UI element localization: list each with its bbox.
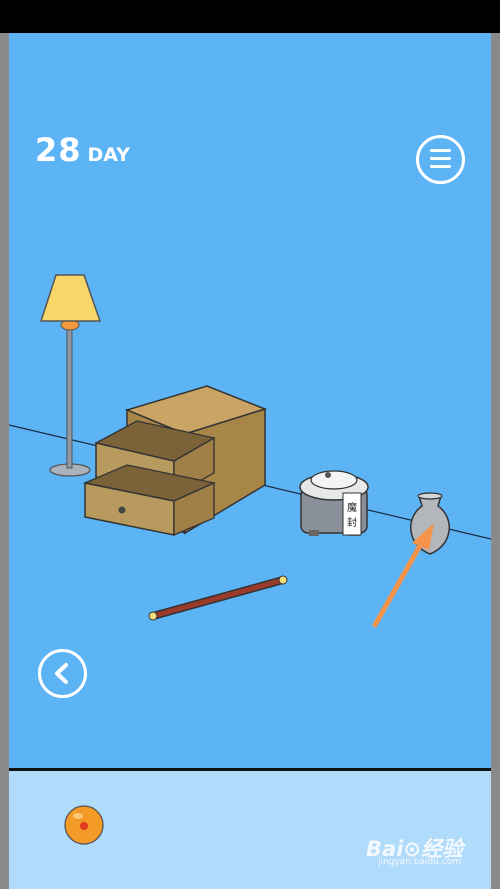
chevron-left-icon [55, 663, 68, 684]
day-number: 28 [35, 131, 82, 169]
baidu-watermark: Bai⊙经验 jingyan.baidu.com [366, 833, 463, 867]
hamburger-icon-line [430, 165, 451, 168]
back-button[interactable] [38, 649, 87, 698]
screen-frame-left [0, 33, 9, 889]
hint-arrow [372, 523, 434, 628]
inventory-bar: Bai⊙经验 jingyan.baidu.com [9, 771, 491, 889]
inventory-items [64, 805, 104, 845]
hamburger-icon-line [430, 157, 451, 160]
hamburger-icon [430, 149, 451, 152]
day-label: DAY [87, 144, 130, 166]
game-scene[interactable]: 魔 封 28 DAY [9, 33, 491, 768]
dragon-ball-item[interactable] [64, 805, 104, 845]
screen-frame-right [491, 33, 500, 889]
drawer-cabinet[interactable] [82, 385, 268, 536]
floor-lamp[interactable] [39, 274, 102, 477]
watermark-url: jingyan.baidu.com [377, 857, 461, 867]
menu-button[interactable] [416, 135, 465, 184]
seal-char-1: 魔 [347, 501, 357, 514]
rice-cooker[interactable]: 魔 封 [299, 470, 369, 536]
wooden-stick[interactable] [148, 575, 288, 621]
day-counter: 28 DAY [35, 131, 130, 169]
seal-char-2: 封 [347, 516, 357, 529]
